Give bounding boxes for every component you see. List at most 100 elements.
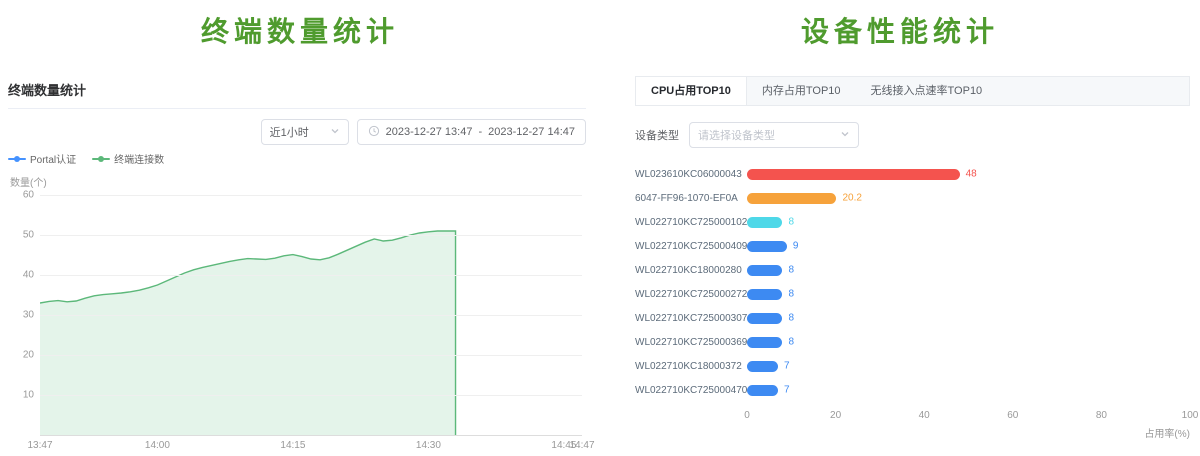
header-divider bbox=[8, 108, 586, 109]
terminal-stats-panel: 终端数量统计 终端数量统计 近1小时 2023-12-27 13:47 - bbox=[0, 0, 600, 456]
device-name-label: WL022710KC725000470 bbox=[635, 385, 747, 396]
bar-row: WL022710KC725000470 7 bbox=[635, 378, 1190, 402]
chart-legend: Portal认证 终端连接数 bbox=[8, 151, 586, 166]
bar-value-label: 8 bbox=[788, 289, 794, 300]
bar[interactable] bbox=[747, 361, 778, 372]
bar-row: WL022710KC18000372 7 bbox=[635, 354, 1190, 378]
bar-track: 7 bbox=[747, 361, 1190, 372]
x-axis-unit-label: 占用率(%) bbox=[747, 425, 1190, 440]
legend-item[interactable]: 终端连接数 bbox=[92, 151, 164, 166]
tab-top10-0[interactable]: CPU占用TOP10 bbox=[636, 77, 747, 105]
time-range-select[interactable]: 近1小时 bbox=[261, 119, 349, 145]
bar[interactable] bbox=[747, 313, 782, 324]
device-type-select[interactable]: 请选择设备类型 bbox=[689, 122, 859, 148]
bar-track: 8 bbox=[747, 313, 1190, 324]
date-range-picker[interactable]: 2023-12-27 13:47 - 2023-12-27 14:47 bbox=[357, 119, 586, 145]
bar[interactable] bbox=[747, 289, 782, 300]
bar-row: WL022710KC18000280 8 bbox=[635, 258, 1190, 282]
gridline bbox=[40, 235, 582, 236]
axis-tick-row: 020406080100 bbox=[747, 410, 1190, 423]
gridline bbox=[40, 395, 582, 396]
gridline bbox=[40, 355, 582, 356]
bar[interactable] bbox=[747, 193, 836, 204]
x-axis-tick-label: 60 bbox=[1007, 410, 1018, 421]
device-name-label: WL022710KC725000369 bbox=[635, 337, 747, 348]
bar-chart-x-axis: 020406080100 bbox=[635, 410, 1190, 423]
tab-top10-1[interactable]: 内存占用TOP10 bbox=[747, 77, 856, 105]
legend-label: 终端连接数 bbox=[114, 151, 164, 166]
bar-value-label: 20.2 bbox=[842, 193, 861, 204]
bar-track: 8 bbox=[747, 217, 1190, 228]
bar-row: WL022710KC7250002728 bbox=[635, 282, 1190, 306]
chart-controls: 近1小时 2023-12-27 13:47 - 2023-12-27 14:47 bbox=[8, 119, 586, 145]
x-axis-tick-label: 40 bbox=[919, 410, 930, 421]
x-axis-tick-label: 14:00 bbox=[145, 440, 170, 451]
axis-spacer bbox=[635, 410, 747, 423]
x-axis-tick-label: 0 bbox=[744, 410, 750, 421]
device-name-label: WL022710KC18000372 bbox=[635, 361, 747, 372]
bar-value-label: 48 bbox=[966, 169, 977, 180]
bar-value-label: 8 bbox=[788, 337, 794, 348]
device-performance-panel: 设备性能统计 CPU占用TOP10内存占用TOP10无线接入点速率TOP10 设… bbox=[600, 0, 1200, 456]
bar-value-label: 8 bbox=[788, 217, 794, 228]
y-axis-tick-label: 40 bbox=[8, 269, 34, 280]
bar-track: 7 bbox=[747, 385, 1190, 396]
right-panel-heading: 设备性能统计 bbox=[600, 10, 1200, 50]
line-chart: 102030405060 13:4714:0014:1514:3014:4514… bbox=[40, 195, 582, 454]
bar-chart: WL023610KC06000043486047-FF96-1070-EF0A2… bbox=[635, 162, 1190, 402]
bar-value-label: 7 bbox=[784, 361, 790, 372]
device-performance-card: CPU占用TOP10内存占用TOP10无线接入点速率TOP10 设备类型 请选择… bbox=[635, 76, 1190, 440]
clock-icon bbox=[368, 125, 380, 140]
card-title: 终端数量统计 bbox=[8, 80, 586, 108]
tab-top10-2[interactable]: 无线接入点速率TOP10 bbox=[856, 77, 998, 105]
bar[interactable] bbox=[747, 169, 960, 180]
device-name-label: WL023610KC06000043 bbox=[635, 169, 747, 180]
dashboard: 终端数量统计 终端数量统计 近1小时 2023-12-27 13:47 - bbox=[0, 0, 1200, 456]
y-axis-tick-label: 20 bbox=[8, 349, 34, 360]
device-type-filter: 设备类型 请选择设备类型 bbox=[635, 122, 1190, 148]
bar-value-label: 7 bbox=[784, 385, 790, 396]
area-fill bbox=[40, 231, 456, 435]
line-chart-plot-area: 102030405060 bbox=[40, 195, 582, 435]
bar-row: WL023610KC06000043 48 bbox=[635, 162, 1190, 186]
bar[interactable] bbox=[747, 265, 782, 276]
top10-tabs: CPU占用TOP10内存占用TOP10无线接入点速率TOP10 bbox=[635, 76, 1190, 106]
device-type-label: 设备类型 bbox=[635, 127, 679, 143]
bar-row: WL022710KC7250004099 bbox=[635, 234, 1190, 258]
x-axis-tick-label: 14:30 bbox=[416, 440, 441, 451]
device-name-label: WL022710KC18000280 bbox=[635, 265, 747, 276]
bar-track: 48 bbox=[747, 169, 1190, 180]
y-axis-tick-label: 10 bbox=[8, 390, 34, 401]
time-range-value: 近1小时 bbox=[270, 124, 309, 140]
y-axis-tick-label: 30 bbox=[8, 310, 34, 321]
bar-track: 9 bbox=[747, 241, 1190, 252]
gridline bbox=[40, 195, 582, 196]
x-axis: 13:4714:0014:1514:3014:4514:47 bbox=[40, 440, 582, 454]
bar[interactable] bbox=[747, 241, 787, 252]
left-panel-heading: 终端数量统计 bbox=[0, 10, 600, 50]
chevron-down-icon bbox=[330, 126, 340, 139]
bar[interactable] bbox=[747, 385, 778, 396]
legend-item[interactable]: Portal认证 bbox=[8, 151, 76, 166]
bar-row: WL022710KC7250003078 bbox=[635, 306, 1190, 330]
bar-value-label: 8 bbox=[788, 265, 794, 276]
bar-chart-unit-row: 占用率(%) bbox=[635, 425, 1190, 440]
y-axis-tick-label: 60 bbox=[8, 190, 34, 201]
device-name-label: WL022710KC725000409 bbox=[635, 241, 747, 252]
date-end: 2023-12-27 14:47 bbox=[488, 126, 575, 138]
device-type-placeholder: 请选择设备类型 bbox=[698, 127, 775, 143]
y-axis-tick-label: 50 bbox=[8, 229, 34, 240]
x-axis-tick-label: 13:47 bbox=[27, 440, 52, 451]
bar[interactable] bbox=[747, 217, 782, 228]
bar-row: WL022710KC725000369 8 bbox=[635, 330, 1190, 354]
x-axis-tick-label: 20 bbox=[830, 410, 841, 421]
date-separator: - bbox=[478, 126, 482, 138]
bar-value-label: 8 bbox=[788, 313, 794, 324]
bar-track: 20.2 bbox=[747, 193, 1190, 204]
legend-marker-icon bbox=[8, 158, 26, 160]
legend-label: Portal认证 bbox=[30, 151, 76, 166]
y-axis-title: 数量(个) bbox=[10, 174, 586, 189]
legend-marker-icon bbox=[92, 158, 110, 160]
bar-track: 8 bbox=[747, 289, 1190, 300]
bar[interactable] bbox=[747, 337, 782, 348]
